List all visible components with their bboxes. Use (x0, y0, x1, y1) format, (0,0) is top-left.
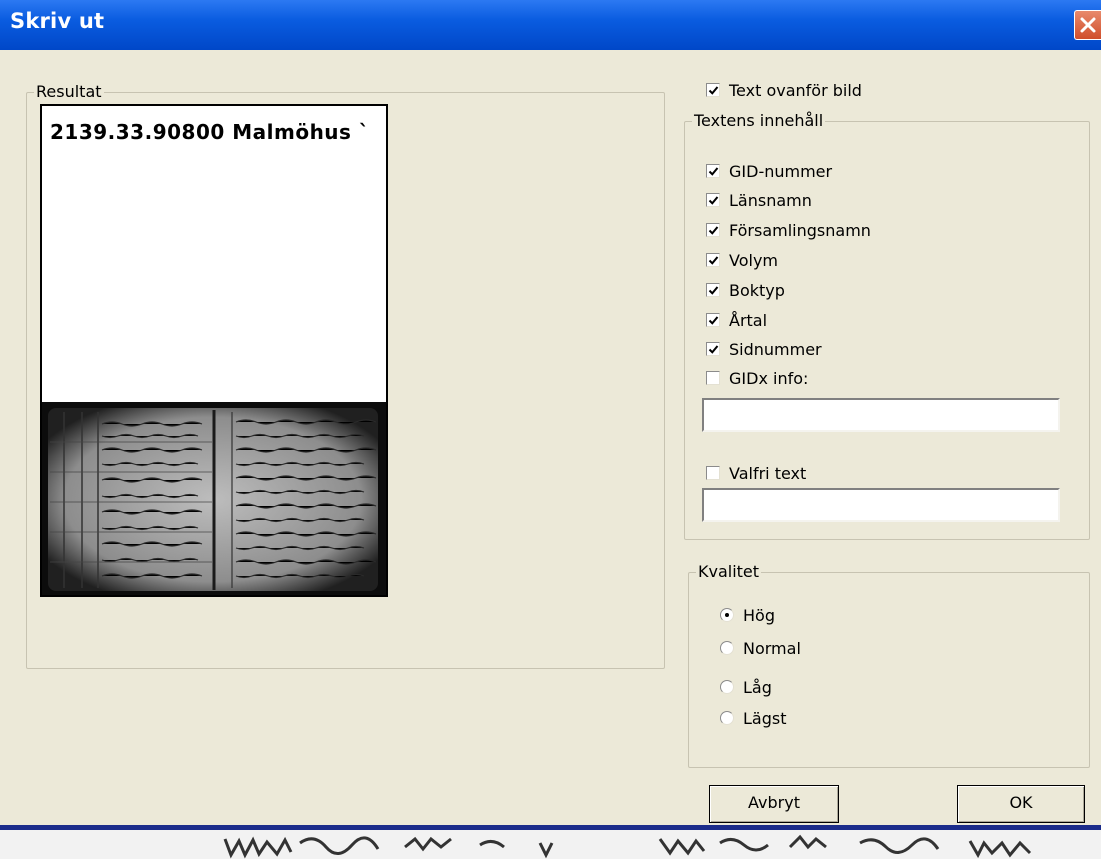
checkbox-box[interactable] (706, 283, 720, 297)
close-icon (1080, 17, 1096, 33)
checkmark-icon (708, 256, 719, 265)
checkmark-icon (708, 345, 719, 354)
dialog-title: Skriv ut (10, 9, 105, 33)
radio-button[interactable] (720, 711, 734, 725)
radio-button[interactable] (720, 680, 734, 694)
book-type-label: Boktyp (729, 281, 785, 300)
checkbox-box[interactable] (706, 466, 720, 480)
checkbox-box[interactable] (706, 164, 720, 178)
radio-button[interactable] (720, 608, 734, 622)
close-button[interactable] (1074, 10, 1101, 40)
checkmark-icon (708, 226, 719, 235)
radio-button[interactable] (720, 641, 734, 655)
text-above-image-label: Text ovanför bild (729, 81, 862, 100)
checkbox-box[interactable] (706, 371, 720, 385)
parish-name-label: Församlingsnamn (729, 221, 871, 240)
year-label: Årtal (729, 311, 768, 330)
checkmark-icon (708, 86, 719, 95)
text-content-legend: Textens innehåll (692, 111, 826, 131)
checkbox-box[interactable] (706, 223, 720, 237)
quality-legend: Kvalitet (696, 562, 762, 582)
quality-lowest-label: Lägst (743, 709, 787, 728)
quality-high-label: Hög (743, 606, 775, 625)
free-text-input[interactable] (702, 488, 1060, 522)
print-preview: 2139.33.90800 Malmöhus ` (40, 104, 388, 597)
gidx-info-input[interactable] (702, 398, 1060, 432)
preview-scanned-page-image (42, 402, 386, 595)
checkmark-icon (708, 167, 719, 176)
scanned-document-image (42, 402, 386, 595)
checkbox-box[interactable] (706, 253, 720, 267)
checkmark-icon (708, 196, 719, 205)
county-name-label: Länsnamn (729, 191, 812, 210)
quality-group: Kvalitet (688, 562, 1090, 768)
checkbox-box[interactable] (706, 83, 720, 97)
print-dialog: Skriv ut Resultat 2139.33.90800 Malmöhus… (0, 0, 1101, 825)
ok-button[interactable]: OK (957, 785, 1085, 823)
title-bar[interactable]: Skriv ut (0, 0, 1101, 50)
gid-number-label: GID-nummer (729, 162, 833, 181)
cancel-button[interactable]: Avbryt (709, 785, 839, 823)
free-text-label: Valfri text (729, 464, 807, 483)
checkbox-box[interactable] (706, 342, 720, 356)
checkbox-box[interactable] (706, 313, 720, 327)
quality-normal-label: Normal (743, 639, 801, 658)
page-number-label: Sidnummer (729, 340, 822, 359)
background-handwriting-image (223, 834, 1032, 859)
checkmark-icon (708, 316, 719, 325)
gidx-info-label: GIDx info: (729, 369, 809, 388)
result-legend: Resultat (34, 82, 104, 102)
background-document-strip (0, 825, 1101, 859)
preview-header-text: 2139.33.90800 Malmöhus ` (50, 120, 370, 144)
checkbox-box[interactable] (706, 193, 720, 207)
checkmark-icon (708, 286, 719, 295)
volume-label: Volym (729, 251, 778, 270)
quality-low-label: Låg (743, 678, 772, 697)
radio-selected-dot (725, 613, 729, 617)
